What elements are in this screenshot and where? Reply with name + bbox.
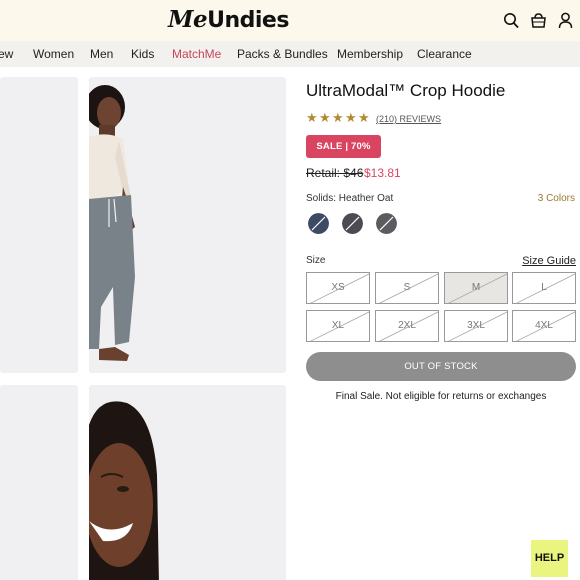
- star-icon: ★: [358, 110, 370, 125]
- nav-item-packs-bundles[interactable]: Packs & Bundles: [237, 47, 328, 61]
- top-bar: MeUndies: [0, 0, 580, 41]
- size-option-s[interactable]: S: [375, 272, 439, 304]
- final-sale-note: Final Sale. Not eligible for returns or …: [335, 391, 547, 402]
- size-option-l[interactable]: L: [512, 272, 576, 304]
- reviews-link[interactable]: (210) REVIEWS: [376, 114, 441, 124]
- main-nav: ew Women Men Kids MatchMe Packs & Bundle…: [0, 41, 580, 67]
- brand-logo[interactable]: MeUndies: [168, 6, 289, 33]
- product-photo-4[interactable]: [89, 385, 286, 580]
- sale-price: $13.81: [364, 166, 401, 180]
- swatch-charcoal[interactable]: [342, 213, 363, 234]
- star-icon: ★: [319, 110, 331, 125]
- size-option-2xl[interactable]: 2XL: [375, 310, 439, 342]
- size-option-xl[interactable]: XL: [306, 310, 370, 342]
- product-photo-1[interactable]: [0, 77, 78, 373]
- size-option-xs[interactable]: XS: [306, 272, 370, 304]
- product-photo-3[interactable]: [0, 385, 78, 580]
- logo-me: Me: [168, 6, 208, 33]
- star-icon: ★: [345, 110, 357, 125]
- bag-icon[interactable]: [530, 11, 547, 30]
- color-label: Solids: Heather Oat: [306, 193, 394, 204]
- size-label: Size: [306, 255, 326, 266]
- star-icon: ★: [332, 110, 344, 125]
- size-option-label: XS: [331, 282, 345, 293]
- swatch-navy[interactable]: [308, 213, 329, 234]
- product-title: UltraModal™ Crop Hoodie: [306, 81, 506, 100]
- star-icon: ★: [306, 110, 318, 125]
- help-button[interactable]: HELP: [531, 540, 568, 577]
- size-option-label: L: [541, 282, 547, 293]
- size-option-label: 2XL: [398, 320, 416, 331]
- nav-item-men[interactable]: Men: [90, 47, 113, 61]
- size-option-label: XL: [331, 320, 345, 331]
- size-option-label: S: [403, 282, 411, 293]
- product-photo-2[interactable]: [89, 77, 286, 373]
- color-count: 3 Colors: [537, 193, 575, 204]
- size-option-label: 3XL: [467, 320, 485, 331]
- nav-item-women[interactable]: Women: [33, 47, 74, 61]
- nav-item-matchme[interactable]: MatchMe: [172, 47, 221, 61]
- search-icon[interactable]: [503, 11, 520, 30]
- logo-undies: Undies: [207, 8, 289, 33]
- size-option-label: M: [471, 282, 481, 293]
- nav-item-kids[interactable]: Kids: [131, 47, 154, 61]
- account-icon[interactable]: [557, 11, 574, 30]
- rating-stars[interactable]: ★ ★ ★ ★ ★: [306, 110, 370, 125]
- nav-item-clearance[interactable]: Clearance: [417, 47, 472, 61]
- swatch-grey[interactable]: [376, 213, 397, 234]
- size-option-3xl[interactable]: 3XL: [444, 310, 508, 342]
- nav-item-new[interactable]: ew: [0, 47, 13, 61]
- sale-badge: SALE | 70% OFF: [306, 135, 381, 175]
- header-icons: [503, 11, 574, 30]
- size-option-4xl[interactable]: 4XL: [512, 310, 576, 342]
- out-of-stock-button[interactable]: OUT OF STOCK: [306, 352, 576, 381]
- nav-item-membership[interactable]: Membership: [337, 47, 403, 61]
- retail-price: Retail: $46: [306, 166, 364, 180]
- size-option-m[interactable]: M: [444, 272, 508, 304]
- size-option-label: 4XL: [535, 320, 553, 331]
- size-guide-link[interactable]: Size Guide: [522, 255, 576, 267]
